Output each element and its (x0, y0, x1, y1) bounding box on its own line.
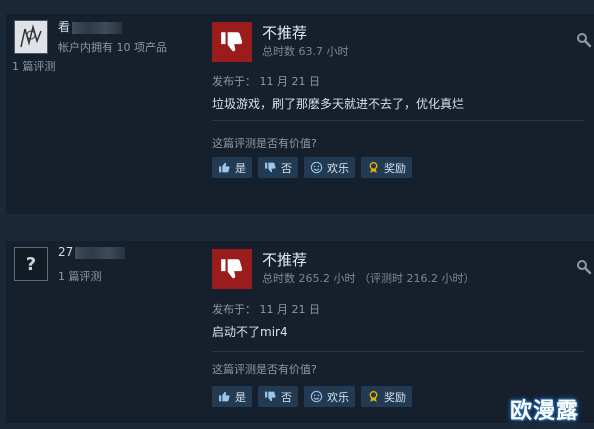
thumbs-up-icon (219, 162, 230, 173)
award-button[interactable]: 奖励 (361, 386, 412, 407)
vote-no-label: 否 (281, 390, 292, 404)
review-count[interactable]: 1 篇评测 (12, 58, 56, 74)
posted-date: 发布于： 11 月 21 日 (212, 303, 320, 316)
award-icon (369, 161, 378, 173)
vote-yes-label: 是 (235, 390, 246, 404)
review-verdict[interactable]: 不推荐 (262, 249, 307, 270)
review-text: 垃圾游戏，刷了那麽多天就进不去了，优化真烂 (212, 97, 465, 111)
vote-yes-button[interactable]: 是 (212, 157, 252, 178)
vote-funny-label: 欢乐 (327, 390, 349, 404)
divider (212, 120, 584, 121)
playtime: 总时数 265.2 小时 （评测时 216.2 小时） (262, 272, 475, 285)
helpful-prompt: 这篇评测是否有价值? (212, 137, 317, 150)
review-count[interactable]: 1 篇评测 (58, 268, 102, 284)
vote-yes-label: 是 (235, 161, 246, 175)
watermark: 欧漫露 (510, 399, 580, 424)
review-card: ? 27 1 篇评测 不推荐 总时数 265.2 小时 （评测时 216.2 小… (6, 241, 594, 423)
vote-buttons: 是 否 欢乐 奖励 (212, 386, 412, 407)
vote-no-button[interactable]: 否 (258, 157, 298, 178)
posted-date: 发布于： 11 月 21 日 (212, 75, 320, 88)
review-card: 看 帐户内拥有 10 项产品 1 篇评测 不推荐 总时数 63.7 小时 发布于… (6, 14, 594, 214)
review-text: 启动不了mir4 (212, 325, 288, 339)
avatar-sketch-icon (15, 21, 47, 53)
award-label: 奖励 (384, 161, 406, 175)
thumbs-down-icon (265, 162, 276, 173)
divider (212, 351, 584, 352)
options-icon[interactable] (576, 259, 592, 275)
avatar[interactable]: ? (14, 247, 48, 281)
username-blur (75, 246, 126, 259)
helpful-prompt: 这篇评测是否有价值? (212, 363, 317, 376)
vote-no-label: 否 (281, 161, 292, 175)
thumbs-down-icon (212, 22, 252, 62)
award-button[interactable]: 奖励 (361, 157, 412, 178)
award-icon (369, 390, 378, 402)
review-verdict[interactable]: 不推荐 (262, 22, 307, 43)
award-label: 奖励 (384, 390, 406, 404)
smiley-icon (310, 390, 323, 403)
thumbs-up-icon (219, 391, 230, 402)
thumbs-down-icon (265, 391, 276, 402)
thumbs-down-icon (212, 249, 252, 289)
vote-funny-button[interactable]: 欢乐 (304, 157, 355, 178)
vote-no-button[interactable]: 否 (258, 386, 298, 407)
avatar[interactable] (14, 20, 48, 54)
playtime: 总时数 63.7 小时 (262, 45, 349, 58)
username[interactable]: 27 (58, 245, 126, 259)
options-icon[interactable] (576, 32, 592, 48)
products-owned: 帐户内拥有 10 项产品 (58, 41, 167, 54)
vote-buttons: 是 否 欢乐 奖励 (212, 157, 412, 178)
vote-yes-button[interactable]: 是 (212, 386, 252, 407)
username[interactable]: 看 (58, 18, 123, 35)
vote-funny-label: 欢乐 (327, 161, 349, 175)
vote-funny-button[interactable]: 欢乐 (304, 386, 355, 407)
username-blur (72, 21, 123, 34)
smiley-icon (310, 161, 323, 174)
